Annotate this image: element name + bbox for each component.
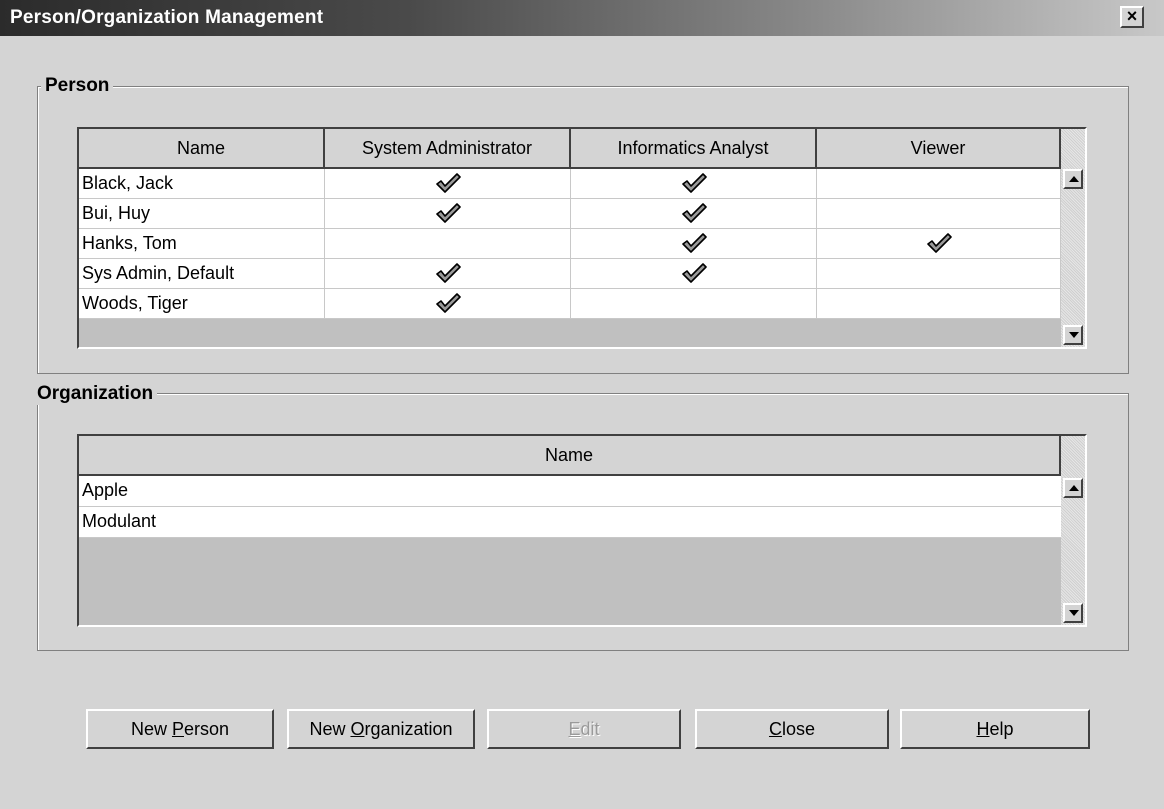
person-name-cell[interactable]: Black, Jack: [79, 169, 325, 198]
close-button[interactable]: Close: [695, 709, 889, 749]
new-organization-button[interactable]: New Organization: [287, 709, 475, 749]
person-grid: Name System Administrator Informatics An…: [77, 127, 1087, 349]
table-row[interactable]: Black, Jack: [79, 169, 1061, 199]
person-scroll-up-button[interactable]: [1063, 169, 1083, 189]
analyst-role-cell[interactable]: [571, 199, 817, 228]
viewer-role-cell[interactable]: [817, 199, 1061, 228]
scroll-up-arrow-icon: [1069, 176, 1079, 182]
checkmark-icon: [682, 263, 707, 283]
person-name-cell[interactable]: Woods, Tiger: [79, 289, 325, 318]
checkmark-icon: [927, 233, 952, 253]
person-name-cell[interactable]: Bui, Huy: [79, 199, 325, 228]
viewer-role-cell[interactable]: [817, 229, 1061, 258]
dialog-window: Person/Organization Management × Person …: [0, 0, 1164, 809]
close-window-button[interactable]: ×: [1120, 6, 1144, 28]
person-group-label: Person: [41, 75, 114, 97]
sysadmin-role-cell[interactable]: [325, 169, 571, 198]
help-button[interactable]: Help: [900, 709, 1090, 749]
viewer-role-cell[interactable]: [817, 169, 1061, 198]
table-row[interactable]: Sys Admin, Default: [79, 259, 1061, 289]
table-row[interactable]: Modulant: [79, 507, 1061, 538]
organization-scrollbar[interactable]: [1061, 436, 1085, 625]
viewer-role-cell[interactable]: [817, 289, 1061, 318]
scroll-down-arrow-icon: [1069, 610, 1079, 616]
column-header-informatics-analyst[interactable]: Informatics Analyst: [571, 129, 817, 169]
organization-scroll-up-button[interactable]: [1063, 478, 1083, 498]
title-bar[interactable]: Person/Organization Management ×: [0, 0, 1164, 36]
person-name-cell[interactable]: Sys Admin, Default: [79, 259, 325, 288]
sysadmin-role-cell[interactable]: [325, 229, 571, 258]
new-person-button[interactable]: New Person: [86, 709, 274, 749]
sysadmin-role-cell[interactable]: [325, 289, 571, 318]
analyst-role-cell[interactable]: [571, 259, 817, 288]
analyst-role-cell[interactable]: [571, 289, 817, 318]
edit-button[interactable]: Edit: [487, 709, 681, 749]
sysadmin-role-cell[interactable]: [325, 199, 571, 228]
analyst-role-cell[interactable]: [571, 169, 817, 198]
checkmark-icon: [682, 173, 707, 193]
organization-name-cell[interactable]: Apple: [79, 476, 1061, 506]
checkmark-icon: [436, 173, 461, 193]
person-scrollbar[interactable]: [1061, 129, 1085, 347]
table-row[interactable]: Hanks, Tom: [79, 229, 1061, 259]
person-name-cell[interactable]: Hanks, Tom: [79, 229, 325, 258]
organization-scroll-down-button[interactable]: [1063, 603, 1083, 623]
organization-name-cell[interactable]: Modulant: [79, 507, 1061, 537]
table-row[interactable]: Bui, Huy: [79, 199, 1061, 229]
scroll-down-arrow-icon: [1069, 332, 1079, 338]
organization-group-label: Organization: [33, 383, 158, 405]
checkmark-icon: [682, 233, 707, 253]
window-title: Person/Organization Management: [10, 7, 324, 28]
person-scroll-down-button[interactable]: [1063, 325, 1083, 345]
organization-grid: Name Apple Modulant: [77, 434, 1087, 627]
column-header-org-name[interactable]: Name: [79, 436, 1061, 476]
analyst-role-cell[interactable]: [571, 229, 817, 258]
close-icon: ×: [1126, 6, 1138, 26]
checkmark-icon: [436, 263, 461, 283]
table-row[interactable]: Woods, Tiger: [79, 289, 1061, 319]
column-header-viewer[interactable]: Viewer: [817, 129, 1061, 169]
scroll-up-arrow-icon: [1069, 485, 1079, 491]
checkmark-icon: [436, 203, 461, 223]
sysadmin-role-cell[interactable]: [325, 259, 571, 288]
checkmark-icon: [436, 293, 461, 313]
table-row[interactable]: Apple: [79, 476, 1061, 507]
column-header-system-administrator[interactable]: System Administrator: [325, 129, 571, 169]
column-header-name[interactable]: Name: [79, 129, 325, 169]
checkmark-icon: [682, 203, 707, 223]
viewer-role-cell[interactable]: [817, 259, 1061, 288]
